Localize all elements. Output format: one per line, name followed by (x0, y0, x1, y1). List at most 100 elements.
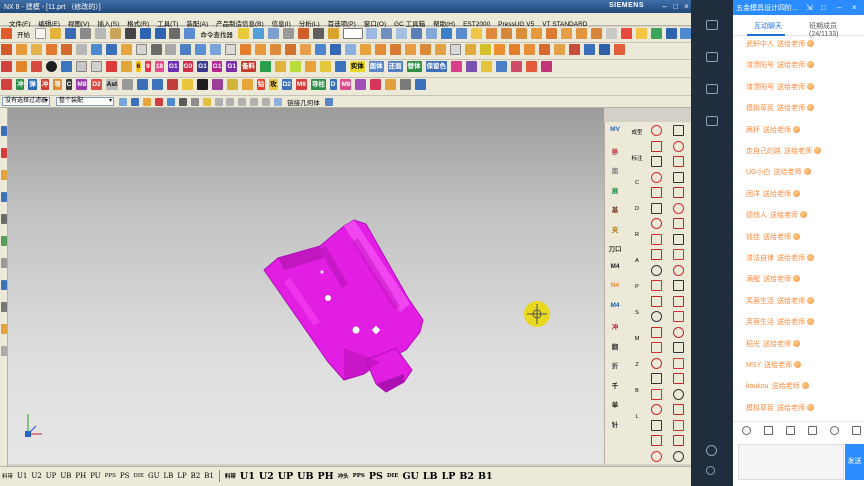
guide-post-icon[interactable] (226, 79, 238, 90)
redo-icon[interactable] (154, 28, 166, 39)
point-icon[interactable] (45, 44, 57, 55)
system-materials-icon[interactable] (1, 280, 7, 290)
sheet-metal-icon[interactable] (15, 61, 27, 72)
constraint-tool-icon[interactable] (673, 326, 684, 338)
message-username[interactable]: UG小白 (746, 169, 771, 176)
link-geometry-label[interactable]: 链接几何体 (285, 97, 322, 107)
chamfer-icon[interactable] (605, 28, 617, 39)
sketch-tool-2[interactable]: 标注 (629, 154, 645, 162)
close-icon[interactable]: × (852, 3, 857, 12)
bottom-tool-ub[interactable]: UB (58, 472, 73, 480)
sheet-body-button[interactable]: 面体 (368, 61, 384, 72)
bottom-tool-b1[interactable]: B1 (476, 471, 495, 482)
blend-icon[interactable] (590, 28, 602, 39)
selection-scope-dropdown[interactable]: 整个装配 (55, 97, 114, 106)
standard-part-icon[interactable] (355, 79, 367, 90)
pattern-icon[interactable] (635, 28, 647, 39)
bottom-tool-gu[interactable]: GU (146, 472, 162, 480)
save-icon[interactable] (64, 28, 76, 39)
punch-icon[interactable] (304, 61, 316, 72)
layer-icon[interactable] (411, 28, 423, 39)
message-username[interactable]: MSY (746, 362, 761, 369)
right-tool-13[interactable]: 折 (607, 360, 623, 370)
right-tool-8[interactable]: M4 (607, 263, 623, 270)
select-features-icon[interactable] (142, 97, 151, 106)
unite-icon[interactable] (545, 28, 557, 39)
orient-view-icon[interactable] (426, 28, 438, 39)
curve-tool-icon[interactable] (651, 419, 662, 431)
bottom-tool-冲头[interactable]: 冲头 (336, 472, 351, 480)
bottom-tool-up[interactable]: UP (44, 472, 59, 480)
constraint-tool-icon[interactable] (673, 171, 684, 183)
constraint-tool-icon[interactable] (673, 435, 684, 446)
cut-icon[interactable] (79, 28, 91, 39)
badge-d2-b[interactable]: D2 (281, 79, 292, 90)
snap-midpoint-icon[interactable] (226, 97, 235, 106)
patch-icon[interactable] (255, 44, 267, 55)
whiteboard-icon[interactable] (706, 116, 718, 126)
subtract-icon[interactable] (560, 28, 572, 39)
message-username[interactable]: 稻光 (746, 341, 760, 348)
video-icon[interactable] (706, 52, 718, 62)
screen-share-icon[interactable] (706, 20, 718, 30)
constraint-tool-icon[interactable] (673, 357, 684, 369)
sketch-tool-1[interactable]: 成型 (629, 128, 645, 136)
constraint-nav-icon[interactable] (1, 148, 7, 158)
badge-m8-b[interactable]: M8 (295, 79, 307, 90)
pin-icon[interactable]: ⇲ (806, 3, 813, 12)
bom-icon[interactable] (385, 79, 397, 90)
sketch-tool-10[interactable]: Z (629, 362, 645, 368)
blanking-icon[interactable] (319, 61, 331, 72)
start-button[interactable]: 开始 (15, 29, 32, 39)
select-curves-icon[interactable] (190, 97, 199, 106)
constraint-tool-icon[interactable] (673, 388, 684, 400)
gift-icon[interactable] (852, 426, 861, 435)
badge-blank[interactable]: 备料 (241, 61, 257, 72)
bottom-tool-b1[interactable]: B1 (202, 472, 216, 480)
curve-tool-icon[interactable] (651, 125, 662, 136)
badge-c[interactable]: C (65, 79, 73, 90)
badge-ast[interactable]: Ast (105, 79, 119, 90)
bottom-tool-lp[interactable]: LP (440, 471, 458, 482)
color-icon[interactable] (450, 61, 462, 72)
stamp-icon[interactable] (105, 61, 117, 72)
chat-input[interactable] (738, 444, 844, 480)
tab-chat[interactable]: 互动聊天 (754, 21, 782, 31)
thicken-icon[interactable] (680, 28, 691, 39)
repeat-command-icon[interactable] (169, 28, 181, 39)
body-icon[interactable] (510, 61, 522, 72)
bottom-tool-u2[interactable]: U2 (257, 471, 276, 482)
bounded-plane-icon[interactable] (524, 44, 536, 55)
curve-tool-icon[interactable] (651, 202, 662, 214)
delete-icon[interactable] (124, 28, 136, 39)
through-curves-icon[interactable] (479, 44, 491, 55)
view-dropdown[interactable] (342, 28, 363, 39)
message-username[interactable]: 德伐人 (746, 212, 767, 219)
curve-tool-icon[interactable] (651, 357, 662, 369)
intersect-curve-icon[interactable] (434, 44, 446, 55)
louver-icon[interactable] (120, 61, 132, 72)
sheet-metal-part[interactable] (263, 219, 424, 393)
snap-quadrant-icon[interactable] (250, 97, 259, 106)
message-username[interactable]: 芙蓉生活 (746, 298, 774, 305)
face-icon[interactable] (495, 61, 507, 72)
replace-body-button[interactable]: 替体 (406, 61, 422, 72)
select-all-icon[interactable] (118, 97, 127, 106)
constraint-tool-icon[interactable] (673, 373, 684, 384)
revolve-icon[interactable] (501, 28, 513, 39)
material-icon[interactable] (465, 61, 477, 72)
message-icon[interactable] (808, 426, 817, 435)
start-icon[interactable] (1, 28, 12, 39)
right-tool-14[interactable]: 千 (607, 380, 623, 390)
paste-icon[interactable] (109, 28, 121, 39)
bottom-tool-ps[interactable]: PS (118, 472, 132, 480)
curve-tool-icon[interactable] (651, 450, 662, 462)
constraint-tool-icon[interactable] (673, 233, 684, 245)
badge-6[interactable]: 6 (135, 61, 142, 72)
bottom-tool-料带[interactable]: 料带 (223, 472, 238, 480)
right-tool-1[interactable]: MV (607, 126, 623, 133)
message-username[interactable]: 芙蓉生活 (746, 319, 774, 326)
badge-guide[interactable]: 导 (53, 79, 62, 90)
die-set-icon[interactable] (1, 79, 12, 90)
right-tool-6[interactable]: 夹 (607, 224, 623, 234)
